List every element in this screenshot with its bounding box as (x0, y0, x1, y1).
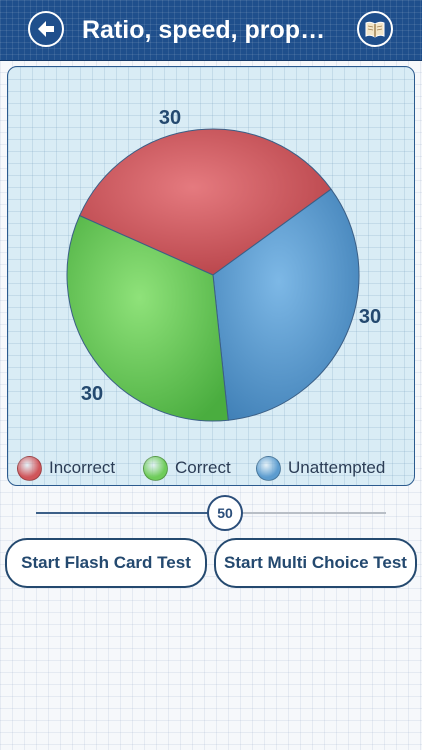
start-multi-choice-test-button[interactable]: Start Multi Choice Test (214, 538, 417, 588)
book-button[interactable] (357, 11, 393, 47)
slice-label-unattempted: 30 (359, 306, 381, 328)
chart-legend: Incorrect Correct Unattempted (8, 450, 413, 484)
legend-swatch-correct (143, 455, 168, 481)
page-title: Ratio, speed, prop… (82, 16, 326, 44)
slider-fill (36, 512, 225, 514)
back-button[interactable] (28, 11, 64, 47)
legend-item-correct: Correct (143, 455, 231, 481)
arrow-left-icon (38, 21, 54, 37)
header-bar: Ratio, speed, prop… (0, 0, 422, 61)
slice-label-correct: 30 (81, 383, 103, 405)
legend-swatch-incorrect (17, 455, 42, 481)
slice-label-incorrect: 30 (159, 107, 181, 129)
open-book-icon (365, 21, 385, 38)
chart-panel: 30 30 30 Incorrect Correct Unattempted (7, 66, 415, 486)
legend-label-correct: Correct (175, 458, 231, 477)
legend-swatch-unattempted (256, 455, 281, 481)
start-flash-card-test-button[interactable]: Start Flash Card Test (5, 538, 207, 588)
pie-chart: 30 30 30 (66, 107, 381, 422)
legend-label-incorrect: Incorrect (49, 458, 116, 477)
question-count-slider-thumb[interactable]: 50 (207, 495, 243, 531)
legend-label-unattempted: Unattempted (288, 458, 386, 477)
legend-item-incorrect: Incorrect (17, 455, 115, 481)
legend-item-unattempted: Unattempted (256, 455, 385, 481)
